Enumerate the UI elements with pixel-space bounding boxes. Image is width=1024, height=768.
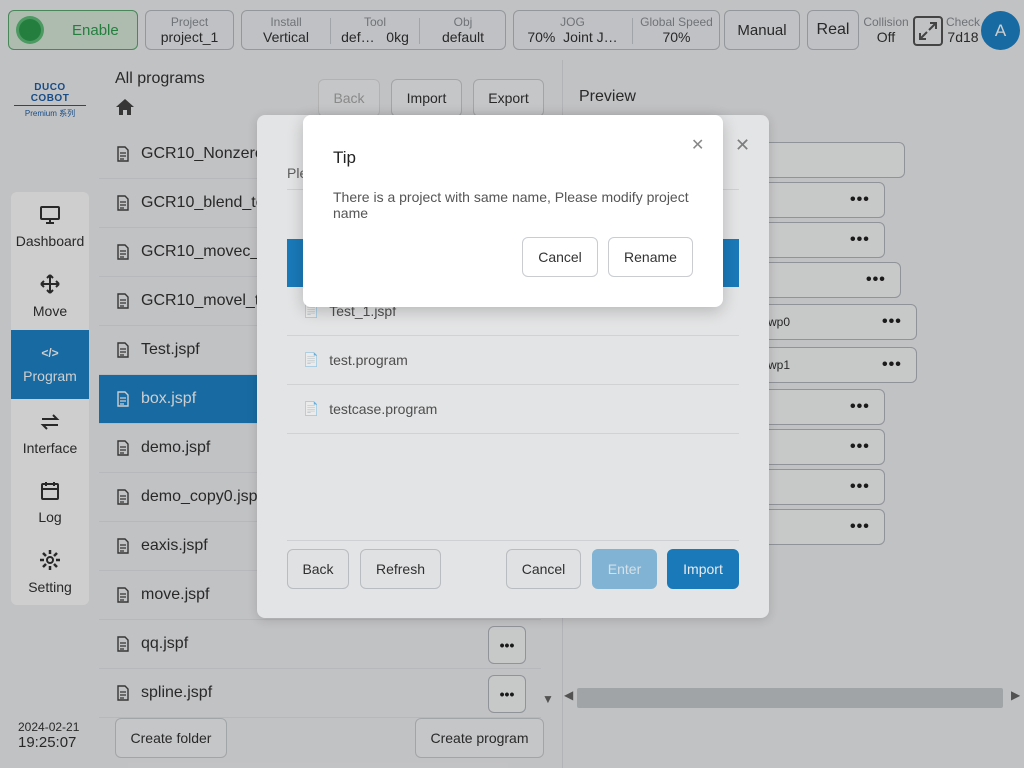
rename-label: Rename bbox=[624, 249, 677, 265]
tip-cancel-label: Cancel bbox=[538, 249, 582, 265]
rename-button[interactable]: Rename bbox=[608, 237, 693, 277]
tip-dialog: Tip ✕ There is a project with same name,… bbox=[303, 115, 723, 307]
tip-message: There is a project with same name, Pleas… bbox=[333, 189, 689, 221]
close-icon[interactable]: ✕ bbox=[691, 135, 704, 155]
tip-title: Tip bbox=[333, 148, 356, 167]
tip-cancel-button[interactable]: Cancel bbox=[522, 237, 598, 277]
